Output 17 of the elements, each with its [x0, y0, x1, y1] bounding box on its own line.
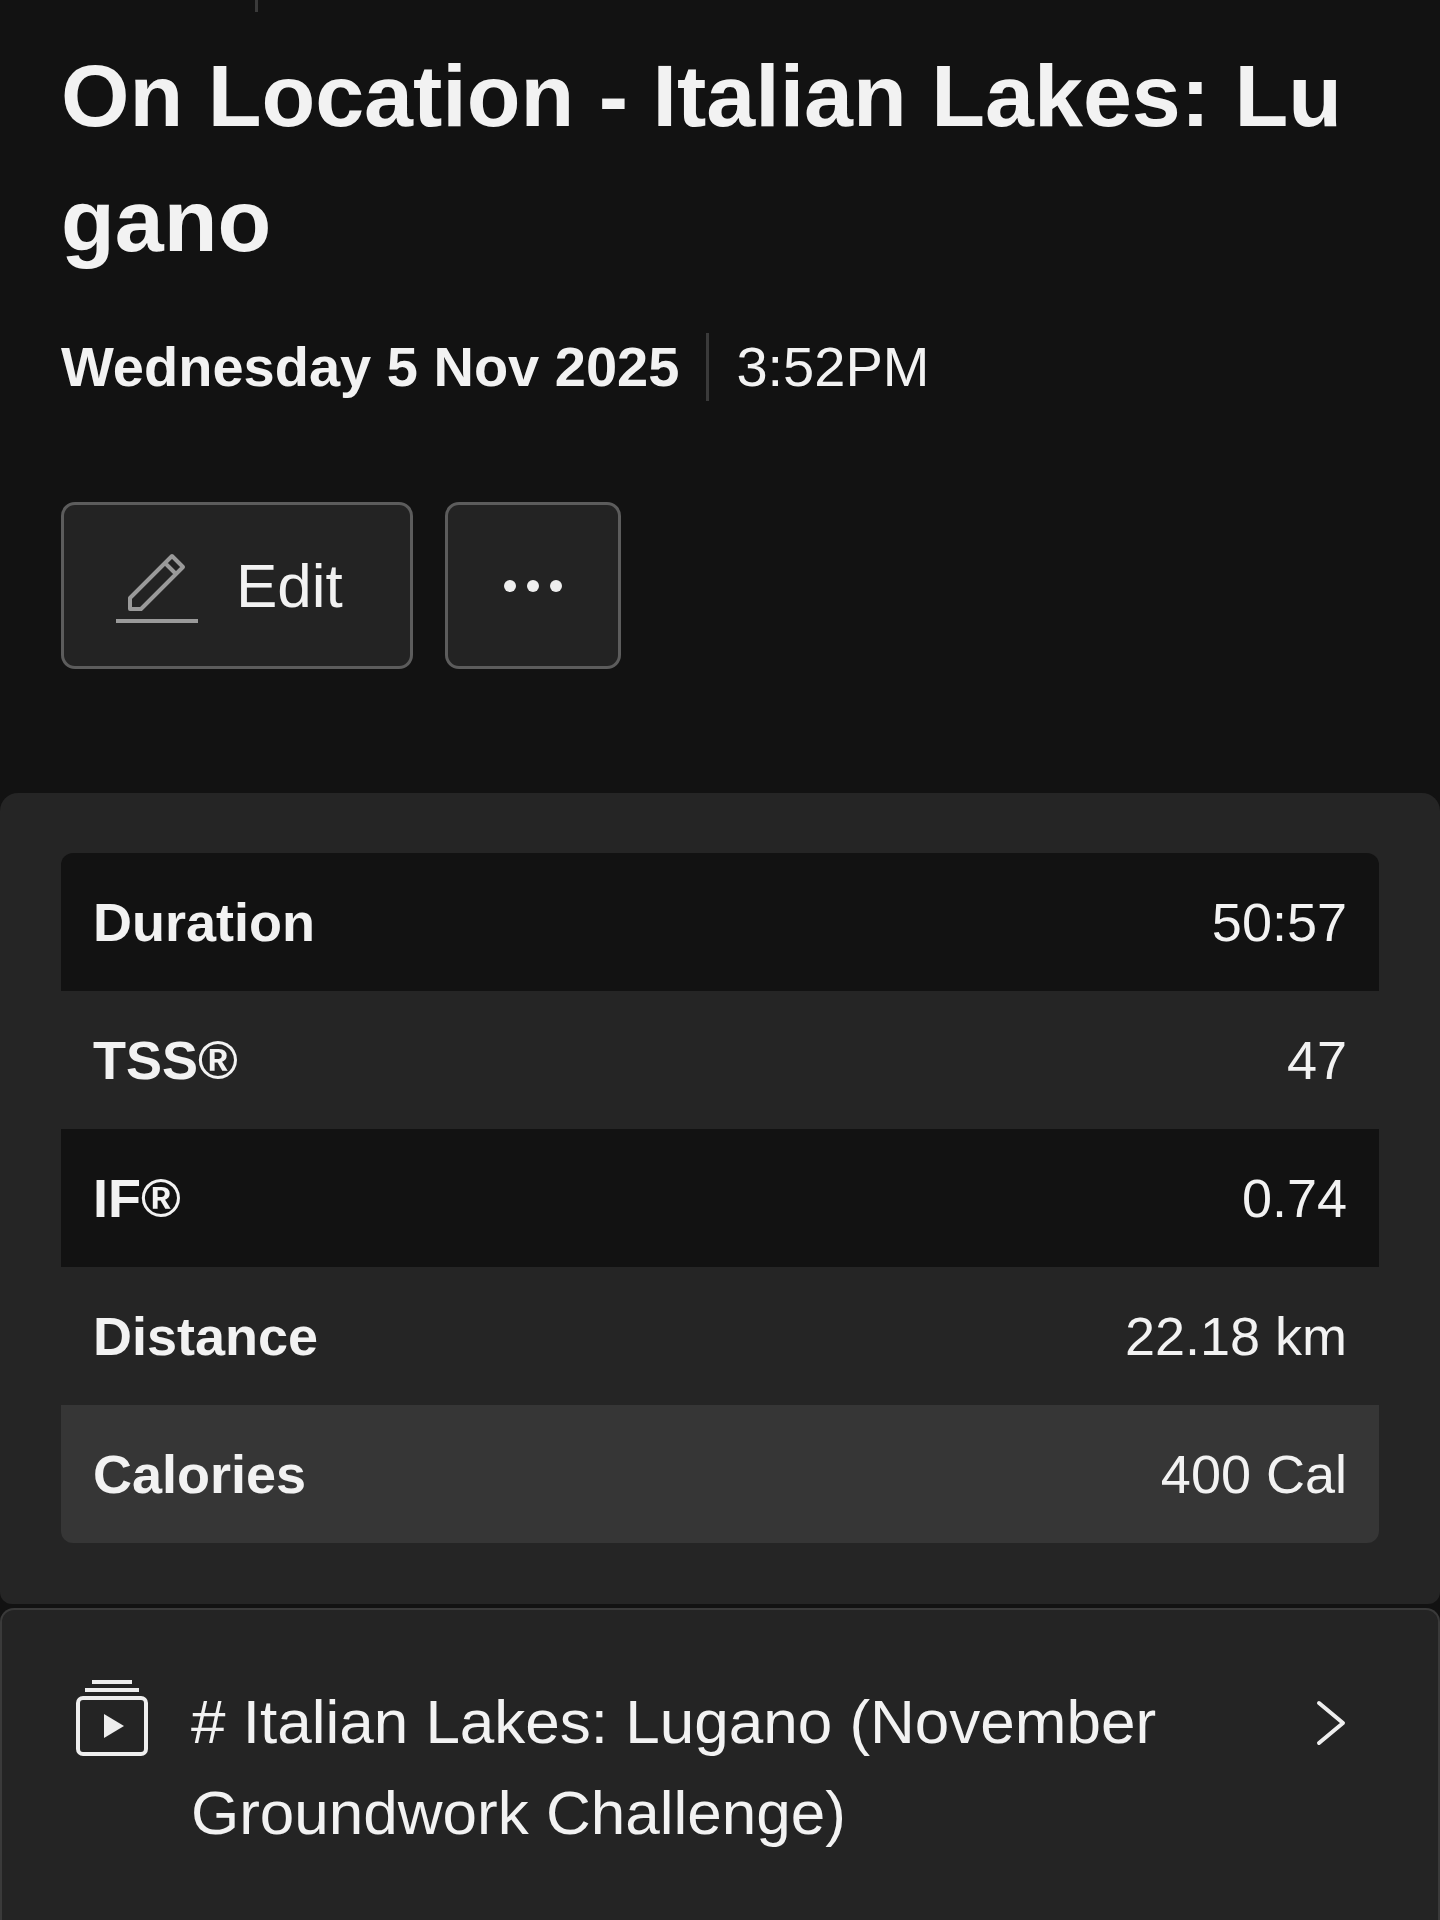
stat-value: 0.74 [1241, 1167, 1347, 1230]
stat-value: 50:57 [1211, 891, 1347, 954]
series-title[interactable]: # Italian Lakes: Lugano (November Groundwork Challenge) [191, 1676, 1291, 1858]
stat-label: IF® [93, 1167, 181, 1230]
ellipsis-icon [504, 579, 562, 592]
stat-value: 22.18 km [1124, 1305, 1347, 1368]
stat-label: Distance [93, 1305, 319, 1368]
stat-label: Calories [93, 1443, 307, 1506]
playlist-play-icon [76, 1680, 148, 1756]
stat-label: TSS® [93, 1029, 238, 1092]
stat-label: Duration [93, 891, 315, 954]
stat-value: 400 Cal [1160, 1443, 1347, 1506]
stat-value: 47 [1286, 1029, 1347, 1092]
edit-button[interactable]: Edit [61, 502, 413, 669]
activity-date: Wednesday 5 Nov 2025 [61, 334, 680, 400]
activity-time: 3:52PM [736, 334, 930, 400]
activity-title: On Location - Italian Lakes: Lugano [61, 45, 1344, 272]
